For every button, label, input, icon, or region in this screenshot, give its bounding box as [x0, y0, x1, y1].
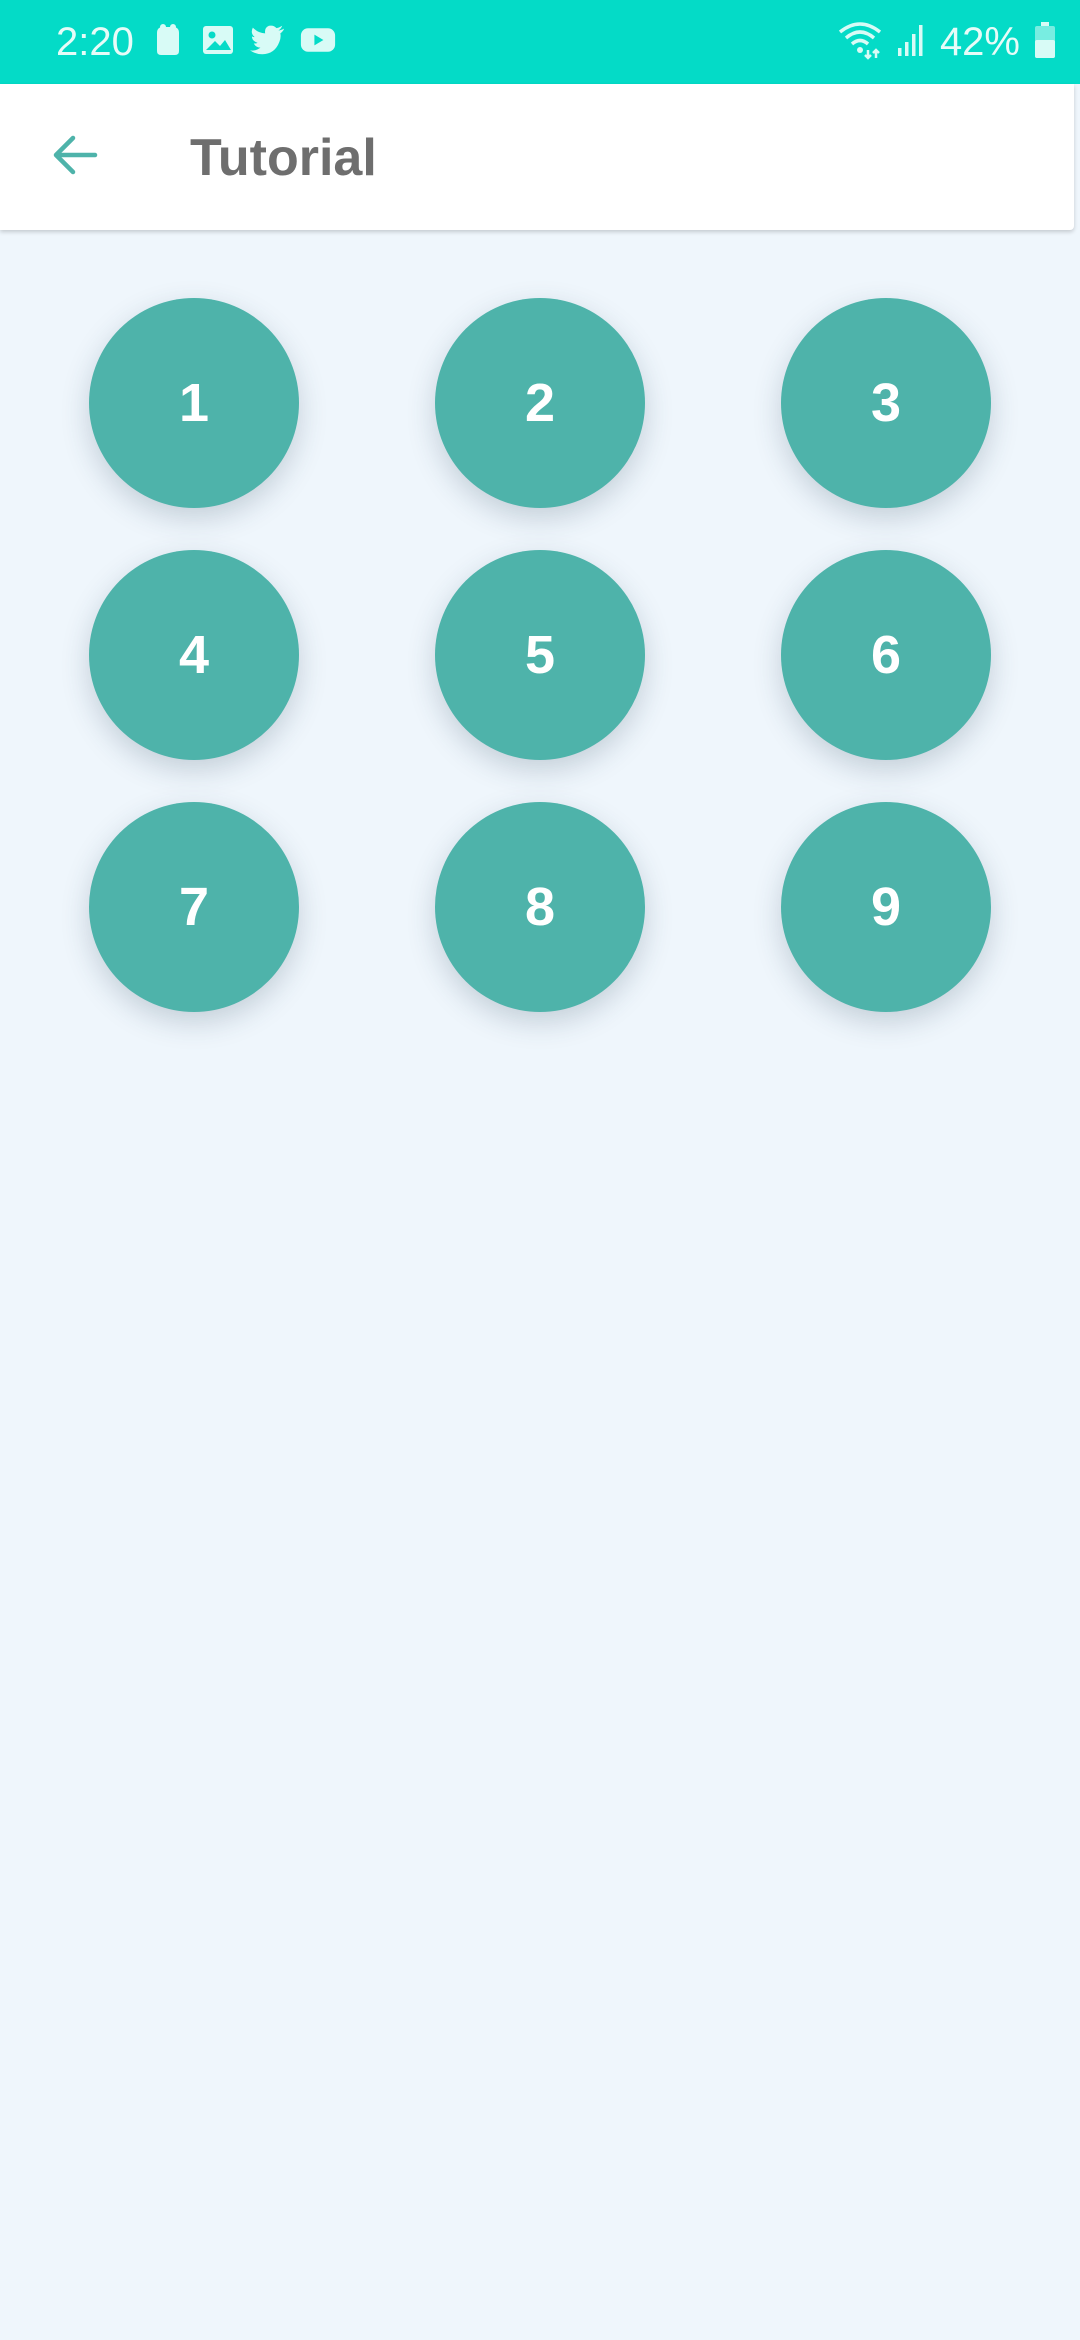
tutorial-item-5[interactable]: 5 [435, 550, 645, 760]
notification-app-icon [150, 20, 186, 60]
battery-icon [1034, 21, 1056, 64]
status-bar: 2:20 42% [0, 0, 1080, 84]
page-title: Tutorial [190, 129, 377, 187]
twitter-icon [250, 20, 286, 60]
gallery-icon [200, 20, 236, 60]
tutorial-item-4[interactable]: 4 [89, 550, 299, 760]
tutorial-item-7[interactable]: 7 [89, 802, 299, 1012]
arrow-left-icon [51, 133, 99, 182]
wifi-icon [838, 20, 882, 65]
tutorial-item-2[interactable]: 2 [435, 298, 645, 508]
tutorial-item-1[interactable]: 1 [89, 298, 299, 508]
tutorial-item-3[interactable]: 3 [781, 298, 991, 508]
tutorial-item-8[interactable]: 8 [435, 802, 645, 1012]
status-notification-icons [150, 20, 336, 60]
status-system-icons: 42% [838, 18, 1056, 66]
tutorial-item-6[interactable]: 6 [781, 550, 991, 760]
signal-icon [896, 22, 926, 63]
app-bar: Tutorial [0, 84, 1074, 230]
status-time: 2:20 [56, 20, 134, 64]
youtube-icon [300, 20, 336, 60]
back-button[interactable] [40, 122, 110, 192]
tutorial-grid: 1 2 3 4 5 6 7 8 9 [0, 256, 1080, 1056]
battery-percentage: 42% [939, 20, 1020, 64]
tutorial-item-9[interactable]: 9 [781, 802, 991, 1012]
